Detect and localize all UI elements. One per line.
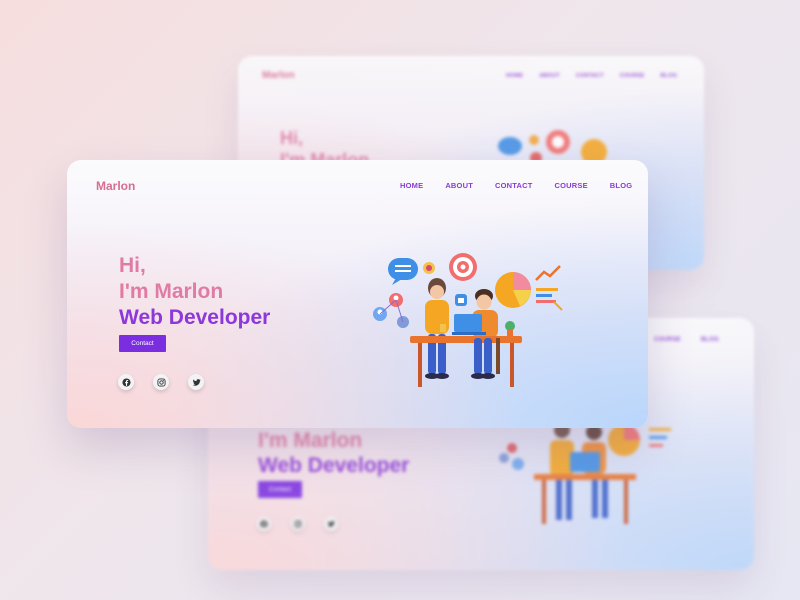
hero-role: Web Developer <box>119 306 271 329</box>
instagram-icon <box>156 377 166 387</box>
contact-button[interactable]: Contact <box>258 481 302 498</box>
nav-course[interactable]: COURSE <box>620 73 645 79</box>
team-illustration <box>373 253 563 387</box>
brand-logo: Marlon <box>96 179 136 193</box>
twitter-icon <box>327 521 335 527</box>
hero-heading: Hi, I'm Marlon Web Developer <box>119 253 270 331</box>
hero-name: I'm Marlon <box>119 280 224 303</box>
facebook-button[interactable] <box>257 517 271 531</box>
top-nav: COURSE BLOG <box>654 337 719 343</box>
twitter-button[interactable] <box>324 517 338 531</box>
nav-blog[interactable]: BLOG <box>701 337 719 343</box>
nav-about[interactable]: ABOUT <box>539 73 560 79</box>
top-nav: HOME ABOUT CONTACT COURSE BLOG <box>506 73 677 79</box>
nav-contact[interactable]: CONTACT <box>495 181 533 190</box>
mockup-card-front: Marlon HOME ABOUT CONTACT COURSE BLOG Hi… <box>67 160 648 428</box>
hero-greeting: Hi, <box>119 254 146 277</box>
instagram-button[interactable] <box>291 517 305 531</box>
nav-home[interactable]: HOME <box>400 181 423 190</box>
team-illustration <box>499 422 671 524</box>
nav-blog[interactable]: BLOG <box>661 73 678 79</box>
twitter-icon <box>192 378 201 386</box>
brand-logo: Marlon <box>262 70 295 81</box>
facebook-button[interactable] <box>118 374 134 390</box>
instagram-icon <box>294 520 302 528</box>
nav-contact[interactable]: CONTACT <box>576 73 604 79</box>
twitter-button[interactable] <box>188 374 204 390</box>
nav-blog[interactable]: BLOG <box>610 181 632 190</box>
hero-name: I'm Marlon <box>258 429 363 452</box>
nav-course[interactable]: COURSE <box>654 337 681 343</box>
contact-button[interactable]: Contact <box>119 335 166 352</box>
hero-greeting: Hi, <box>280 128 304 148</box>
nav-course[interactable]: COURSE <box>555 181 588 190</box>
nav-about[interactable]: ABOUT <box>445 181 473 190</box>
instagram-button[interactable] <box>153 374 169 390</box>
hero-heading: I'm Marlon Web Developer <box>258 428 409 478</box>
hero-role: Web Developer <box>258 454 410 478</box>
facebook-icon <box>121 377 131 387</box>
nav-home[interactable]: HOME <box>506 73 523 79</box>
top-nav: HOME ABOUT CONTACT COURSE BLOG <box>400 181 632 190</box>
facebook-icon <box>260 520 268 528</box>
